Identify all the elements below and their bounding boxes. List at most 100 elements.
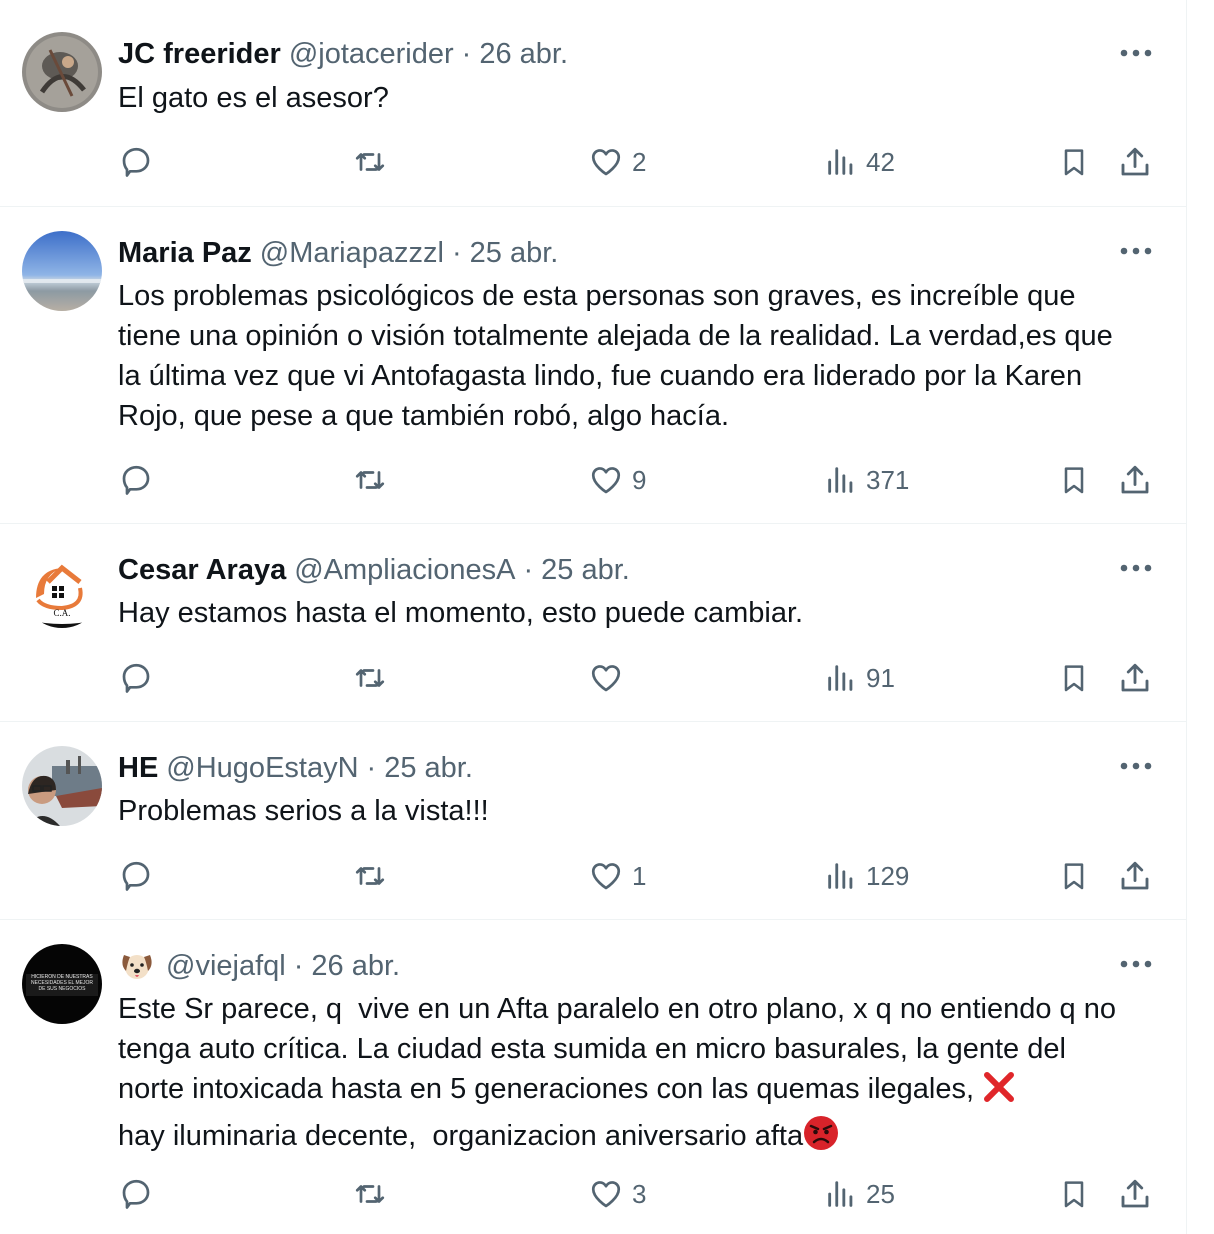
more-options-button[interactable]: [1116, 236, 1156, 266]
share-button[interactable]: [1117, 142, 1153, 182]
author-name[interactable]: JC freerider: [118, 38, 281, 71]
retweet-button[interactable]: [352, 1174, 396, 1214]
tweet[interactable]: HE @HugoEstayN · 25 abr. Problemas serio…: [0, 722, 1186, 920]
heart-icon: [591, 1181, 621, 1208]
like-button[interactable]: 1: [588, 856, 646, 896]
share-icon: [1121, 1179, 1149, 1208]
more-dots-icon: [1120, 564, 1152, 572]
dog-face-emoji[interactable]: [118, 949, 156, 983]
tweet-text: Hay estamos hasta el momento, esto puede…: [118, 597, 804, 629]
more-options-button[interactable]: [1116, 751, 1156, 781]
tweet-date[interactable]: 25 abr.: [541, 554, 630, 587]
reply-button[interactable]: [118, 1174, 162, 1214]
tweet-date[interactable]: 25 abr.: [384, 752, 473, 785]
avatar-image: [22, 231, 102, 311]
heart-icon: [591, 149, 621, 176]
share-icon: [1121, 465, 1149, 494]
tweet-text: Este Sr parece, q vive en un Afta parale…: [118, 989, 1138, 1162]
tweet-text-part: Este Sr parece, q vive en un Afta parale…: [118, 993, 1125, 1105]
more-options-button[interactable]: [1116, 38, 1156, 68]
views-count: 42: [866, 146, 895, 177]
like-count: 1: [632, 860, 647, 891]
avatar-logo-text: C.A.: [53, 608, 70, 618]
tweet-header: HE @HugoEstayN · 25 abr.: [118, 748, 473, 788]
views-count: 25: [866, 1178, 895, 1209]
bookmark-button[interactable]: [1058, 1174, 1090, 1214]
author-handle[interactable]: @HugoEstayN: [166, 752, 358, 785]
views-icon: [828, 863, 853, 889]
tweet-header: @viejafql · 26 abr.: [118, 946, 400, 986]
avatar[interactable]: [22, 231, 102, 311]
tweet-date[interactable]: 26 abr.: [479, 38, 568, 71]
like-button[interactable]: 3: [588, 1174, 646, 1214]
avatar-banner-text: HICIERON DE NUESTRAS NECESIDADES EL MEJO…: [30, 974, 94, 992]
avatar[interactable]: [22, 746, 102, 826]
reply-button[interactable]: [118, 856, 162, 896]
reply-icon: [122, 663, 150, 693]
bookmark-icon: [1064, 467, 1084, 494]
views-button[interactable]: 91: [824, 658, 895, 698]
tweet[interactable]: C.A. Cesar Araya @AmpliacionesA · 25 abr…: [0, 524, 1186, 722]
avatar-image: C.A.: [22, 548, 102, 628]
dog-face-icon: [122, 955, 152, 979]
views-icon: [828, 149, 853, 175]
bookmark-icon: [1064, 149, 1084, 176]
reply-button[interactable]: [118, 142, 162, 182]
more-dots-icon: [1120, 960, 1152, 968]
share-icon: [1121, 663, 1149, 692]
share-icon: [1121, 861, 1149, 890]
share-icon: [1121, 147, 1149, 176]
bookmark-button[interactable]: [1058, 658, 1090, 698]
reply-button[interactable]: [118, 658, 162, 698]
author-name[interactable]: HE: [118, 752, 158, 785]
separator-dot: ·: [523, 553, 534, 586]
author-handle[interactable]: @viejafql: [166, 950, 286, 983]
views-button[interactable]: 42: [824, 142, 895, 182]
share-button[interactable]: [1117, 460, 1153, 500]
author-name[interactable]: Cesar Araya: [118, 554, 286, 587]
tweet[interactable]: Maria Paz @Mariapazzzl · 25 abr. Los pro…: [0, 207, 1186, 524]
author-handle[interactable]: @Mariapazzzl: [260, 237, 444, 270]
angry-face-icon: [804, 1116, 839, 1150]
views-count: 91: [866, 662, 895, 693]
bookmark-button[interactable]: [1058, 856, 1090, 896]
views-icon: [828, 665, 853, 691]
views-button[interactable]: 25: [824, 1174, 895, 1214]
bookmark-button[interactable]: [1058, 460, 1090, 500]
tweet[interactable]: HICIERON DE NUESTRAS NECESIDADES EL MEJO…: [0, 920, 1186, 1234]
retweet-icon: [355, 153, 385, 171]
share-button[interactable]: [1117, 1174, 1153, 1214]
views-count: 129: [866, 860, 910, 891]
tweet-date[interactable]: 26 abr.: [311, 950, 400, 983]
tweet-date[interactable]: 25 abr.: [470, 237, 559, 270]
more-options-button[interactable]: [1116, 949, 1156, 979]
more-options-button[interactable]: [1116, 553, 1156, 583]
avatar[interactable]: HICIERON DE NUESTRAS NECESIDADES EL MEJO…: [22, 944, 102, 1024]
tweet-header: JC freerider @jotacerider · 26 abr.: [118, 34, 568, 74]
retweet-button[interactable]: [352, 460, 396, 500]
tweet[interactable]: JC freerider @jotacerider · 26 abr. El g…: [0, 0, 1186, 207]
author-handle[interactable]: @jotacerider: [289, 38, 454, 71]
author-name[interactable]: Maria Paz: [118, 237, 252, 270]
more-dots-icon: [1120, 762, 1152, 770]
tweet-actions: 91: [0, 658, 1186, 698]
like-button[interactable]: 2: [588, 142, 646, 182]
heart-icon: [591, 467, 621, 494]
tweet-text: Problemas serios a la vista!!!: [118, 795, 489, 827]
tweet-actions: 9 371: [0, 460, 1186, 500]
reply-button[interactable]: [118, 460, 162, 500]
views-button[interactable]: 129: [824, 856, 909, 896]
author-handle[interactable]: @AmpliacionesA: [294, 554, 515, 587]
views-button[interactable]: 371: [824, 460, 909, 500]
like-count: 3: [632, 1178, 647, 1209]
avatar[interactable]: [22, 32, 102, 112]
share-button[interactable]: [1117, 856, 1153, 896]
like-button[interactable]: 9: [588, 460, 646, 500]
like-button[interactable]: [588, 658, 632, 698]
retweet-button[interactable]: [352, 658, 396, 698]
retweet-button[interactable]: [352, 142, 396, 182]
bookmark-button[interactable]: [1058, 142, 1090, 182]
share-button[interactable]: [1117, 658, 1153, 698]
avatar[interactable]: C.A.: [22, 548, 102, 628]
retweet-button[interactable]: [352, 856, 396, 896]
